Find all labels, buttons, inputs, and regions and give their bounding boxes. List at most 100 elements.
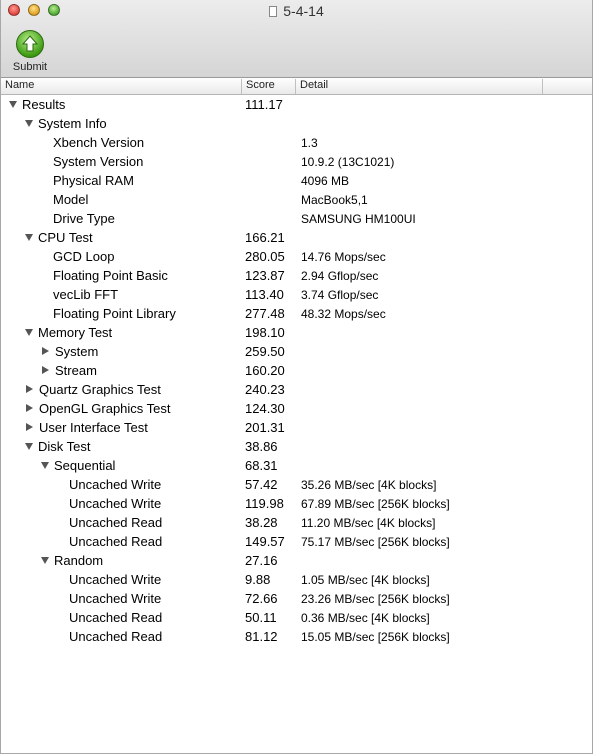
column-header-name[interactable]: Name	[1, 79, 242, 94]
outline-row[interactable]: Uncached Read 38.28 11.20 MB/sec [4K block…	[1, 513, 592, 532]
row-label: User Interface Test	[39, 420, 148, 435]
disclosure-closed-icon[interactable]	[26, 423, 33, 431]
disclosure-open-icon[interactable]	[25, 329, 33, 336]
outline-row[interactable]: Disk Test 38.86	[1, 437, 592, 456]
row-name: Random	[41, 553, 103, 568]
row-score: 68.31	[245, 458, 278, 473]
submit-button[interactable]: Submit	[7, 30, 53, 73]
row-label: Memory Test	[38, 325, 113, 340]
row-detail: 75.17 MB/sec [256K blocks]	[301, 535, 450, 549]
disclosure-open-icon[interactable]	[41, 557, 49, 564]
row-detail: 10.9.2 (13C1021)	[301, 155, 395, 169]
outline-row[interactable]: Floating Point Library 277.48 48.32 Mops/s…	[1, 304, 592, 323]
outline-row[interactable]: Uncached Read 81.12 15.05 MB/sec [256K blo…	[1, 627, 592, 646]
outline-row[interactable]: OpenGL Graphics Test 124.30	[1, 399, 592, 418]
row-label: vecLib FFT	[53, 287, 119, 302]
outline-row[interactable]: Uncached Write 57.42 35.26 MB/sec [4K bloc…	[1, 475, 592, 494]
row-score: 277.48	[245, 306, 285, 321]
row-name: CPU Test	[25, 230, 93, 245]
row-label: Quartz Graphics Test	[39, 382, 161, 397]
row-name: Physical RAM	[53, 173, 134, 188]
row-label: GCD Loop	[53, 249, 115, 264]
row-name: Uncached Write	[69, 496, 161, 511]
row-detail: 11.20 MB/sec [4K blocks]	[301, 516, 436, 530]
outline-row[interactable]: Stream 160.20	[1, 361, 592, 380]
row-name: Uncached Read	[69, 610, 162, 625]
outline-row[interactable]: Uncached Write 72.66 23.26 MB/sec [256K bl…	[1, 589, 592, 608]
results-outline[interactable]: Results 111.17 System Info Xbench Version 1.…	[1, 95, 592, 646]
outline-row[interactable]: Xbench Version 1.3	[1, 133, 592, 152]
row-name: Sequential	[41, 458, 115, 473]
outline-row[interactable]: GCD Loop 280.05 14.76 Mops/sec	[1, 247, 592, 266]
row-label: CPU Test	[38, 230, 93, 245]
outline-row[interactable]: System Info	[1, 114, 592, 133]
outline-row[interactable]: Quartz Graphics Test 240.23	[1, 380, 592, 399]
outline-row[interactable]: System 259.50	[1, 342, 592, 361]
row-detail: 14.76 Mops/sec	[301, 250, 386, 264]
outline-row[interactable]: Drive Type SAMSUNG HM100UI	[1, 209, 592, 228]
disclosure-open-icon[interactable]	[25, 443, 33, 450]
row-label: OpenGL Graphics Test	[39, 401, 171, 416]
row-score: 124.30	[245, 401, 285, 416]
outline-row[interactable]: Uncached Write 9.88 1.05 MB/sec [4K blocks…	[1, 570, 592, 589]
disclosure-closed-icon[interactable]	[26, 404, 33, 412]
outline-row[interactable]: Physical RAM 4096 MB	[1, 171, 592, 190]
row-name: Stream	[41, 363, 97, 378]
row-name: Xbench Version	[53, 135, 144, 150]
outline-row[interactable]: Uncached Write 119.98 67.89 MB/sec [256K b…	[1, 494, 592, 513]
disclosure-open-icon[interactable]	[9, 101, 17, 108]
disclosure-open-icon[interactable]	[25, 120, 33, 127]
row-name: Memory Test	[25, 325, 112, 340]
row-label: Model	[53, 192, 89, 207]
disclosure-open-icon[interactable]	[41, 462, 49, 469]
disclosure-closed-icon[interactable]	[42, 347, 49, 355]
outline-row[interactable]: Uncached Read 50.11 0.36 MB/sec [4K blocks…	[1, 608, 592, 627]
row-name: Uncached Write	[69, 591, 161, 606]
outline-row[interactable]: User Interface Test 201.31	[1, 418, 592, 437]
disclosure-closed-icon[interactable]	[42, 366, 49, 374]
row-name: System Version	[53, 154, 143, 169]
row-detail: MacBook5,1	[301, 193, 368, 207]
row-name: Uncached Write	[69, 477, 161, 492]
row-detail: 3.74 Gflop/sec	[301, 288, 379, 302]
row-detail: 4096 MB	[301, 174, 350, 188]
outline-row[interactable]: Sequential 68.31	[1, 456, 592, 475]
outline-row[interactable]: CPU Test 166.21	[1, 228, 592, 247]
outline-row[interactable]: Random 27.16	[1, 551, 592, 570]
row-name: Results	[9, 97, 65, 112]
column-header-score[interactable]: Score	[242, 79, 296, 94]
document-icon	[269, 6, 278, 17]
row-score: 280.05	[245, 249, 285, 264]
row-label: Uncached Read	[69, 629, 163, 644]
disclosure-open-icon[interactable]	[25, 234, 33, 241]
row-label: Uncached Write	[69, 572, 162, 587]
row-name: System	[41, 344, 98, 359]
outline-row[interactable]: Floating Point Basic 123.87 2.94 Gflop/sec	[1, 266, 592, 285]
row-score: 38.86	[245, 439, 278, 454]
row-label: Uncached Read	[69, 534, 163, 549]
window-title: 5-4-14	[283, 3, 324, 19]
row-name: System Info	[25, 116, 107, 131]
row-score: 57.42	[245, 477, 278, 492]
row-detail: 35.26 MB/sec [4K blocks]	[301, 478, 437, 492]
row-score: 160.20	[245, 363, 285, 378]
outline-row[interactable]: Memory Test 198.10	[1, 323, 592, 342]
disclosure-closed-icon[interactable]	[26, 385, 33, 393]
row-detail: 48.32 Mops/sec	[301, 307, 386, 321]
outline-row[interactable]: vecLib FFT 113.40 3.74 Gflop/sec	[1, 285, 592, 304]
row-label: Uncached Write	[69, 496, 162, 511]
outline-row[interactable]: System Version 10.9.2 (13C1021)	[1, 152, 592, 171]
outline-row[interactable]: Uncached Read 149.57 75.17 MB/sec [256K bl…	[1, 532, 592, 551]
row-name: OpenGL Graphics Test	[25, 401, 171, 416]
outline-row[interactable]: Results 111.17	[1, 95, 592, 114]
row-score: 113.40	[245, 287, 284, 302]
column-header-detail[interactable]: Detail	[296, 79, 543, 94]
row-score: 166.21	[245, 230, 285, 245]
row-name: Disk Test	[25, 439, 91, 454]
row-score: 81.12	[245, 629, 278, 644]
row-name: Uncached Read	[69, 629, 162, 644]
row-detail: 1.3	[301, 136, 318, 150]
row-label: Uncached Read	[69, 515, 163, 530]
row-label: Drive Type	[53, 211, 115, 226]
outline-row[interactable]: Model MacBook5,1	[1, 190, 592, 209]
